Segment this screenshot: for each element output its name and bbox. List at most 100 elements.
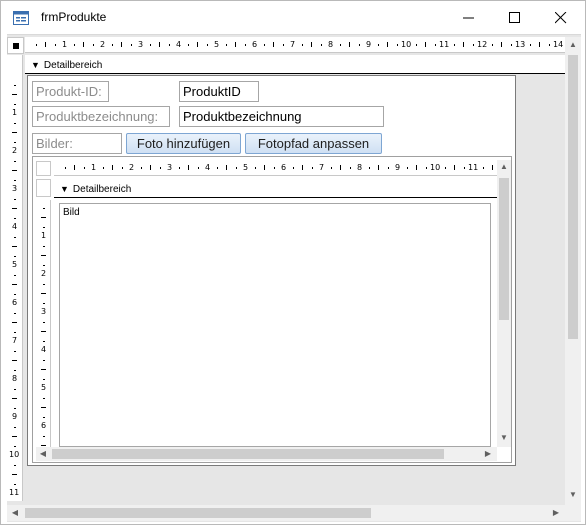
ruler-tick xyxy=(45,42,46,47)
ruler-tick xyxy=(14,388,16,390)
ruler-label: 9 xyxy=(395,163,401,172)
ruler-tick xyxy=(377,44,379,46)
ruler-tick xyxy=(41,331,46,332)
ruler-tick xyxy=(14,350,16,352)
ruler-tick xyxy=(368,167,370,169)
main-scroll-down-icon[interactable]: ▼ xyxy=(565,490,581,499)
ruler-tick xyxy=(264,165,265,170)
ruler-label: 2 xyxy=(100,40,106,49)
subform-horizontal-scroll-thumb[interactable] xyxy=(52,449,444,459)
scroll-up-icon[interactable]: ▲ xyxy=(497,162,511,171)
ruler-tick xyxy=(43,245,45,247)
subform-section-header[interactable]: ▼ Detailbereich xyxy=(54,179,497,198)
form-selector[interactable] xyxy=(7,37,24,54)
title-bar[interactable]: frmProdukte xyxy=(1,1,585,34)
horizontal-ruler[interactable]: 1 2 3 4 5 6 7 8 9 10 11 12 13 14 xyxy=(25,37,565,53)
subform-vertical-scrollbar[interactable]: ▲ ▼ xyxy=(497,160,511,447)
ruler-tick xyxy=(12,398,17,399)
ruler-tick xyxy=(12,94,17,95)
ruler-label: 10 xyxy=(401,40,412,49)
ruler-tick xyxy=(14,274,16,276)
minimize-button[interactable] xyxy=(446,1,492,33)
ruler-label: 11 xyxy=(9,488,20,497)
ruler-label: 6 xyxy=(281,163,287,172)
ruler-tick xyxy=(235,42,236,47)
subform-horizontal-scrollbar[interactable]: ◀ ▶ xyxy=(36,447,497,461)
ruler-tick xyxy=(43,226,45,228)
ruler-label: 6 xyxy=(41,421,47,430)
ruler-tick xyxy=(14,426,16,428)
produkt-id-field[interactable]: ProduktID xyxy=(179,81,259,102)
bilder-label[interactable]: Bilder: xyxy=(32,133,122,154)
close-button[interactable] xyxy=(538,1,584,33)
ruler-label: 5 xyxy=(243,163,249,172)
ruler-tick xyxy=(92,44,94,46)
main-horizontal-scroll-thumb[interactable] xyxy=(25,508,371,518)
design-canvas[interactable]: 1 2 3 4 5 6 7 8 9 10 11 12 13 14 1 2 3 4 5 6 7 8 9 10 11 ▼ Detai… xyxy=(7,34,581,522)
subform-vertical-scroll-thumb[interactable] xyxy=(499,178,509,320)
subform-horizontal-ruler[interactable]: 1 2 3 4 5 6 7 8 9 10 11 xyxy=(54,160,497,176)
ruler-tick xyxy=(150,165,151,170)
ruler-tick xyxy=(149,44,151,46)
main-vertical-scrollbar[interactable]: ▲ ▼ xyxy=(565,37,581,505)
ruler-tick xyxy=(74,165,75,170)
produkt-id-label[interactable]: Produkt-ID: xyxy=(32,81,109,102)
ruler-label: 3 xyxy=(167,163,173,172)
ruler-tick xyxy=(330,167,332,169)
subform-detail-area[interactable]: Bild xyxy=(54,199,497,447)
main-scroll-up-icon[interactable]: ▲ xyxy=(565,40,581,49)
ruler-tick xyxy=(206,44,208,46)
ruler-label: 9 xyxy=(366,40,372,49)
main-vertical-scroll-thumb[interactable] xyxy=(568,55,578,339)
bild-control[interactable]: Bild xyxy=(59,203,491,447)
ruler-tick xyxy=(35,44,37,46)
ruler-tick xyxy=(416,165,417,170)
section-arrow-icon: ▼ xyxy=(31,60,40,70)
ruler-tick xyxy=(225,44,227,46)
maximize-button[interactable] xyxy=(492,1,538,33)
main-horizontal-scrollbar[interactable]: ◀ ▶ xyxy=(7,505,565,521)
ruler-tick xyxy=(14,160,16,162)
ruler-label: 10 xyxy=(430,163,441,172)
produktbezeichnung-field[interactable]: Produktbezeichnung xyxy=(179,106,384,127)
ruler-tick xyxy=(12,170,17,171)
ruler-label: 1 xyxy=(12,108,18,117)
ruler-tick xyxy=(14,255,16,257)
detail-section[interactable]: Produkt-ID: ProduktID Produktbezeichnung… xyxy=(27,75,516,466)
ruler-tick xyxy=(529,44,531,46)
scroll-left-icon[interactable]: ◀ xyxy=(38,449,48,458)
main-scroll-left-icon[interactable]: ◀ xyxy=(10,508,20,517)
subform-vertical-ruler[interactable]: 1 2 3 4 5 6 xyxy=(36,200,51,447)
form-icon xyxy=(13,11,29,25)
foto-hinzufuegen-button[interactable]: Foto hinzufügen xyxy=(126,133,241,154)
ruler-label: 4 xyxy=(176,40,182,49)
scroll-right-icon[interactable]: ▶ xyxy=(483,449,493,458)
ruler-label: 7 xyxy=(12,336,18,345)
scroll-down-icon[interactable]: ▼ xyxy=(497,433,511,442)
ruler-tick xyxy=(340,165,341,170)
ruler-tick xyxy=(41,217,46,218)
bilder-subform[interactable]: 1 2 3 4 5 6 7 8 9 10 11 123456 ▼ Detailbereich Bild… xyxy=(32,156,512,463)
form-window: frmProdukte 1 2 3 4 5 6 7 8 9 10 11 12 13 14 12345678… xyxy=(0,0,586,525)
ruler-tick xyxy=(112,165,113,170)
ruler-tick xyxy=(43,207,45,209)
ruler-tick xyxy=(14,122,16,124)
vertical-ruler[interactable]: 1 2 3 4 5 6 7 8 9 10 11 xyxy=(7,55,23,501)
ruler-tick xyxy=(510,44,512,46)
ruler-tick xyxy=(387,167,389,169)
ruler-label: 11 xyxy=(468,163,479,172)
ruler-label: 11 xyxy=(439,40,450,49)
detail-section-header[interactable]: ▼ Detailbereich xyxy=(25,55,565,74)
subform-selector[interactable] xyxy=(36,161,51,176)
ruler-label: 10 xyxy=(9,450,20,459)
ruler-tick xyxy=(311,167,313,169)
ruler-tick xyxy=(396,44,398,46)
subform-section-selector[interactable] xyxy=(36,179,51,197)
fotopfad-anpassen-button[interactable]: Fotopfad anpassen xyxy=(245,133,382,154)
ruler-tick xyxy=(14,103,16,105)
main-scroll-right-icon[interactable]: ▶ xyxy=(551,508,561,517)
ruler-tick xyxy=(14,293,16,295)
produktbezeichnung-label[interactable]: Produktbezeichnung: xyxy=(32,106,170,127)
window-title: frmProdukte xyxy=(41,10,107,24)
ruler-label: 2 xyxy=(129,163,135,172)
